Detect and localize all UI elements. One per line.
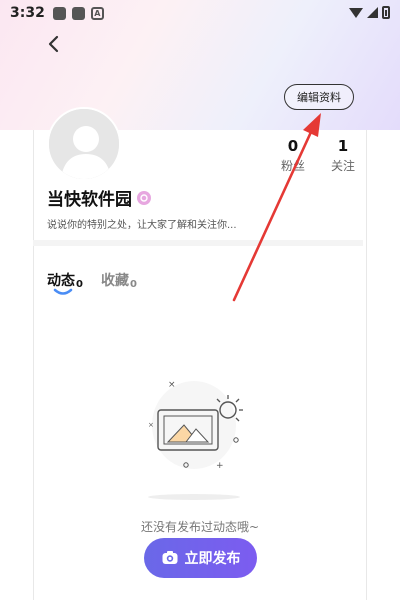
- app-root: 3:32 A 编辑资料 0 粉丝 1 关注 当快软件园 说说你的特别之处，让大家…: [0, 0, 400, 600]
- publish-button[interactable]: 立即发布: [144, 538, 257, 578]
- username-row: 当快软件园: [47, 185, 151, 210]
- svg-text:×: ×: [168, 380, 176, 390]
- tab-favorites[interactable]: 收藏 0: [101, 270, 137, 290]
- section-divider: [33, 240, 363, 246]
- svg-text:×: ×: [148, 421, 154, 429]
- tab-favorites-label: 收藏: [100, 273, 129, 289]
- chevron-left-icon: [48, 35, 59, 53]
- status-bar: 3:32 A: [0, 0, 400, 26]
- notification-icon: [52, 6, 66, 20]
- follow-count: 1: [337, 137, 349, 155]
- badge-icon: [140, 193, 148, 202]
- status-icons: [349, 6, 390, 19]
- signal-icon: [367, 7, 378, 18]
- notification-icon: [71, 6, 85, 20]
- empty-picture-icon: × × +: [148, 380, 243, 500]
- active-tab-indicator: [53, 288, 73, 295]
- battery-icon: [382, 6, 390, 19]
- wifi-icon: [349, 7, 363, 18]
- publish-button-label: 立即发布: [184, 551, 241, 567]
- follow-stat[interactable]: 1 关注: [328, 137, 358, 174]
- fans-label: 粉丝: [280, 159, 305, 173]
- tab-favorites-count: 0: [129, 279, 137, 290]
- tab-moments-count: 0: [76, 279, 83, 290]
- back-button[interactable]: [44, 34, 64, 54]
- svg-text:+: +: [216, 461, 224, 471]
- empty-state-message: 还没有发布过动态哦~: [140, 520, 260, 534]
- edit-profile-button[interactable]: 编辑资料: [284, 84, 354, 110]
- follow-label: 关注: [330, 159, 355, 173]
- default-avatar-icon: [49, 109, 119, 179]
- fans-stat[interactable]: 0 粉丝: [278, 137, 308, 174]
- content-tabs: 动态 0 收藏 0: [47, 270, 137, 290]
- tab-moments-label: 动态: [47, 273, 75, 289]
- camera-icon: [162, 551, 177, 564]
- fans-count: 0: [287, 137, 299, 155]
- username: 当快软件园: [47, 190, 132, 210]
- tab-moments[interactable]: 动态 0: [47, 270, 83, 290]
- avatar[interactable]: [47, 107, 121, 181]
- vip-badge-icon[interactable]: [137, 190, 151, 205]
- bio-text[interactable]: 说说你的特别之处，让大家了解和关注你...: [47, 216, 237, 231]
- app-notification-icon: A: [90, 6, 104, 20]
- status-time: 3:32: [10, 5, 45, 21]
